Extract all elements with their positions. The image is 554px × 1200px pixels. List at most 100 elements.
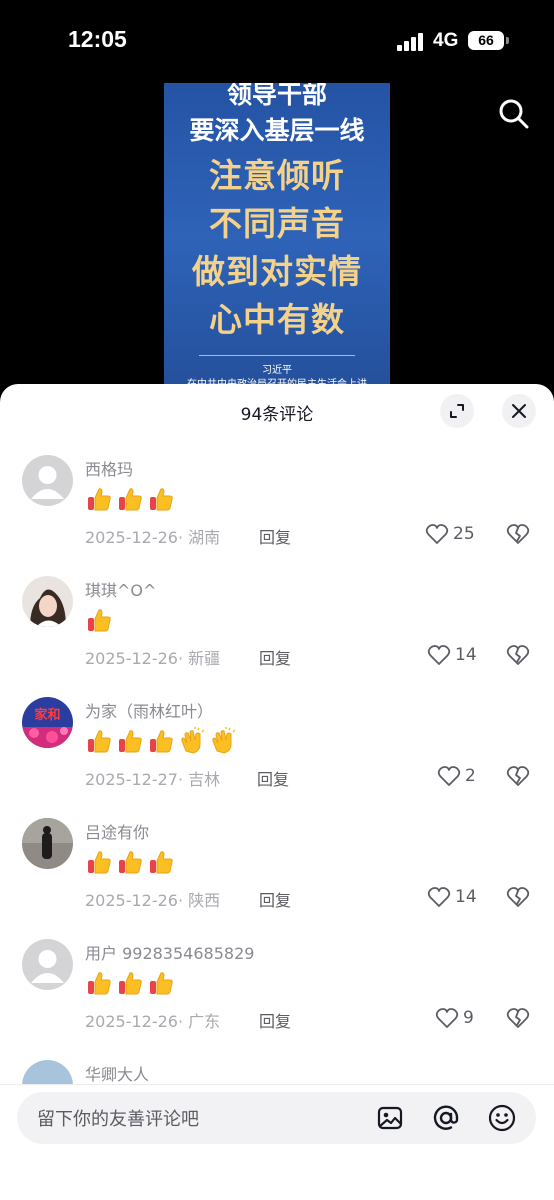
clapping-hands-icon xyxy=(209,727,237,755)
reply-button[interactable]: 回复 xyxy=(257,766,289,790)
like-count: 2 xyxy=(465,766,476,786)
comment-input[interactable] xyxy=(35,1092,369,1146)
poster-author: 习近平 xyxy=(262,365,292,376)
like-count: 9 xyxy=(463,1008,474,1028)
avatar[interactable] xyxy=(22,939,73,990)
thumbs-up-icon xyxy=(85,969,113,997)
thumbs-up-icon xyxy=(85,848,113,876)
heart-icon xyxy=(435,1008,459,1028)
broken-heart-icon xyxy=(506,645,530,665)
video-poster: 领导干部 要深入基层一线 注意倾听 不同声音 做到对实情 心中有数 习近平 在中… xyxy=(164,83,390,393)
heart-icon xyxy=(427,645,451,665)
comment-meta: 2025-12-27· 吉林 xyxy=(85,770,221,789)
home-indicator xyxy=(0,1196,554,1200)
comment-username[interactable]: 用户 9928354685829 xyxy=(85,940,254,964)
comment-item[interactable]: 西格玛 2025-12-26· 湖南 回复 25 xyxy=(0,446,554,567)
dislike-button[interactable] xyxy=(506,1006,530,1030)
avatar[interactable] xyxy=(22,455,73,506)
dislike-button[interactable] xyxy=(506,522,530,546)
close-button[interactable] xyxy=(502,394,536,428)
dislike-button[interactable] xyxy=(506,764,530,788)
like-count: 25 xyxy=(453,524,475,544)
thumbs-up-icon xyxy=(116,485,144,513)
comment-username[interactable]: 为家（雨林红叶） xyxy=(85,698,213,722)
poster-line-5: 做到对实情 xyxy=(192,252,362,291)
comment-input-bar[interactable] xyxy=(17,1092,536,1146)
thumbs-up-icon xyxy=(85,727,113,755)
emoji-icon[interactable] xyxy=(488,1104,516,1132)
comment-meta: 2025-12-26· 陕西 xyxy=(85,891,221,910)
comment-username[interactable]: 琪琪^O^ xyxy=(85,577,156,601)
comment-text xyxy=(85,606,116,636)
expand-icon xyxy=(450,404,464,418)
close-icon xyxy=(512,404,526,418)
comment-text xyxy=(85,848,178,878)
comment-username[interactable]: 华卿大人 xyxy=(85,1061,149,1084)
comment-list[interactable]: 西格玛 2025-12-26· 湖南 回复 25 琪琪^O^ 2025-12-26· 新疆… xyxy=(0,446,554,1084)
network-type: 4G xyxy=(433,30,459,51)
comment-meta: 2025-12-26· 广东 xyxy=(85,1012,221,1031)
avatar[interactable] xyxy=(22,576,73,627)
signal-icon xyxy=(397,33,425,51)
avatar[interactable] xyxy=(22,818,73,869)
thumbs-up-icon xyxy=(85,606,113,634)
comment-text xyxy=(85,485,178,515)
image-icon[interactable] xyxy=(376,1104,404,1132)
like-count: 14 xyxy=(455,645,477,665)
poster-line-2: 要深入基层一线 xyxy=(189,116,365,145)
avatar[interactable] xyxy=(22,1060,73,1084)
comment-text xyxy=(85,969,178,999)
avatar[interactable]: 家和 xyxy=(22,697,73,748)
thumbs-up-icon xyxy=(116,969,144,997)
thumbs-up-icon xyxy=(147,969,175,997)
comment-username[interactable]: 吕途有你 xyxy=(85,819,149,843)
thumbs-up-icon xyxy=(147,848,175,876)
svg-text:家和: 家和 xyxy=(34,707,60,723)
poster-line-3: 注意倾听 xyxy=(209,156,345,195)
dislike-button[interactable] xyxy=(506,643,530,667)
thumbs-up-icon xyxy=(116,848,144,876)
like-count: 14 xyxy=(455,887,477,907)
poster-line-1: 领导干部 xyxy=(226,83,327,109)
comment-item[interactable]: 琪琪^O^ 2025-12-26· 新疆 回复 14 xyxy=(0,567,554,688)
poster-line-4: 不同声音 xyxy=(209,204,345,243)
battery-icon: 66 xyxy=(468,31,504,50)
thumbs-up-icon xyxy=(147,727,175,755)
battery-tip xyxy=(506,37,509,44)
comment-item[interactable]: 家和 为家（雨林红叶） 2025-12-27· 吉林 回复 2 xyxy=(0,688,554,809)
video-player[interactable]: 领导干部 要深入基层一线 注意倾听 不同声音 做到对实情 心中有数 习近平 在中… xyxy=(0,80,554,393)
poster-line-6: 心中有数 xyxy=(209,300,345,339)
comments-sheet: 94条评论 西格玛 2025-12-26· 湖南 回复 25 琪琪^O^ 2025-12-… xyxy=(0,384,554,1200)
dislike-button[interactable] xyxy=(506,885,530,909)
battery-level: 66 xyxy=(478,32,494,48)
thumbs-up-icon xyxy=(85,485,113,513)
broken-heart-icon xyxy=(506,1008,530,1028)
heart-icon xyxy=(437,766,461,786)
comment-item[interactable]: 用户 9928354685829 2025-12-26· 广东 回复 9 xyxy=(0,930,554,1051)
heart-icon xyxy=(425,524,449,544)
comment-username[interactable]: 西格玛 xyxy=(85,456,133,480)
comment-text xyxy=(85,727,240,757)
input-divider xyxy=(0,1084,554,1085)
broken-heart-icon xyxy=(506,524,530,544)
clapping-hands-icon xyxy=(178,727,206,755)
status-time: 12:05 xyxy=(68,26,127,52)
mention-icon[interactable] xyxy=(432,1104,460,1132)
broken-heart-icon xyxy=(506,887,530,907)
reply-button[interactable]: 回复 xyxy=(259,887,291,911)
comment-meta: 2025-12-26· 新疆 xyxy=(85,649,221,668)
expand-button[interactable] xyxy=(440,394,474,428)
comment-item[interactable]: 华卿大人 xyxy=(0,1051,554,1084)
poster-divider xyxy=(199,355,355,356)
thumbs-up-icon xyxy=(116,727,144,755)
search-button[interactable] xyxy=(494,94,534,134)
reply-button[interactable]: 回复 xyxy=(259,1008,291,1032)
thumbs-up-icon xyxy=(147,485,175,513)
reply-button[interactable]: 回复 xyxy=(259,645,291,669)
search-icon xyxy=(499,99,529,129)
comment-meta: 2025-12-26· 湖南 xyxy=(85,528,221,547)
heart-icon xyxy=(427,887,451,907)
broken-heart-icon xyxy=(506,766,530,786)
reply-button[interactable]: 回复 xyxy=(259,524,291,548)
comment-item[interactable]: 吕途有你 2025-12-26· 陕西 回复 14 xyxy=(0,809,554,930)
